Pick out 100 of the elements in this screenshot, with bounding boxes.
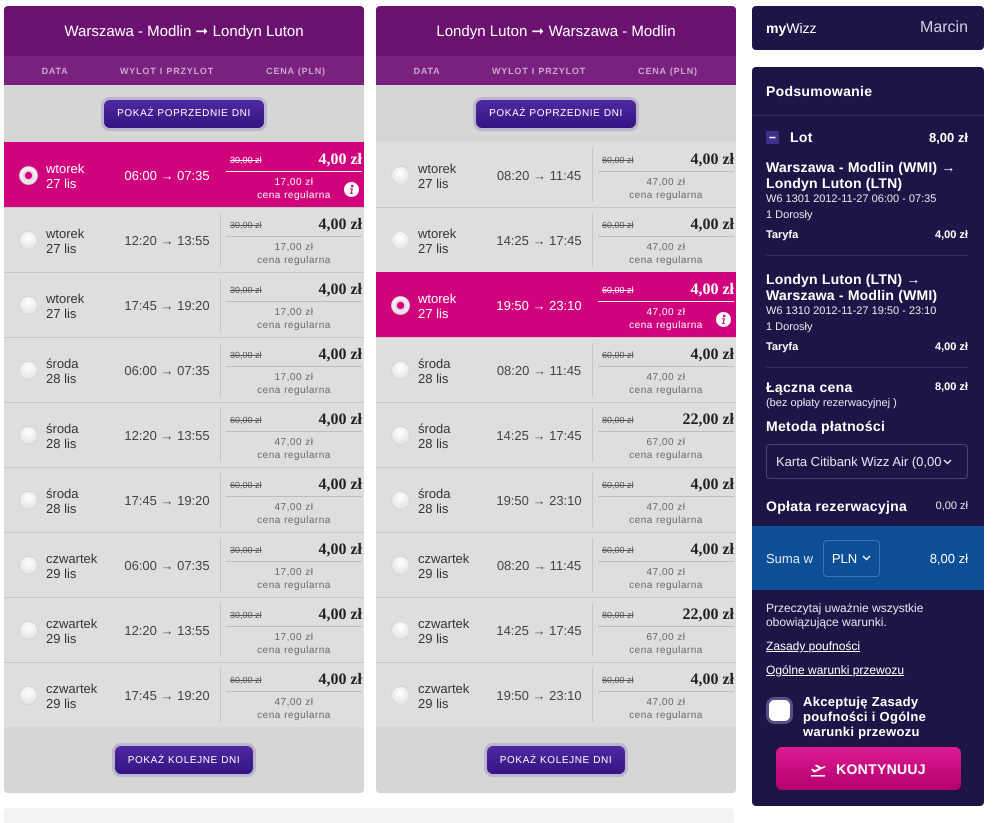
fare-label: Taryfa [766,341,798,353]
section-label: Lot [790,129,814,145]
date-text: 28 lis [46,436,78,450]
regular-price: 47,00 zł [274,436,314,449]
day-name: wtorek [418,160,456,176]
passenger-count: 1 Dorosły [766,208,814,223]
info-icon[interactable] [344,182,359,196]
user-name[interactable]: Marcin [920,19,968,37]
day-name: środa [418,420,451,436]
total-note: (bez opłaty rezerwacyjnej ) [766,396,898,411]
date-text: 28 lis [418,370,450,386]
flight-row[interactable]: wtorek 27 lis 06:00 → 07:35 30,00 zł 4,00 zł 17,00 zł cena regularna [4,142,364,207]
regular-price-label: cena regularna [629,254,703,267]
price: 4,00 zł [318,346,362,364]
regular-price: 47,00 zł [646,501,686,514]
column-header: WYLOT I PRZYLOT [491,66,587,76]
show-previous-days-button[interactable]: POKAŻ POPRZEDNIE DNI [473,96,639,130]
radio-button[interactable] [19,426,38,445]
date-text: 27 lis [46,240,78,256]
radio-button[interactable] [19,686,38,705]
old-price: 30,00 zł [230,220,262,230]
radio-button[interactable] [19,621,38,640]
radio-button[interactable] [19,491,38,510]
price: 4,00 zł [318,606,362,624]
show-next-days-button[interactable]: POKAŻ KOLEJNE DNI [484,743,628,777]
column-header: DATA [412,66,442,76]
flight-times: 12:20 → 13:55 [123,623,211,638]
day-name: czwartek [46,616,98,630]
flight-times: 17:45 → 19:20 [123,493,211,508]
regular-price: 47,00 zł [646,696,686,709]
old-price: 60,00 zł [602,154,634,164]
show-next-days-button[interactable]: POKAŻ KOLEJNE DNI [112,743,256,777]
regular-price: 47,00 zł [646,241,686,254]
day-name: środa [46,486,79,500]
flight-times: 08:20 → 11:45 [496,168,582,183]
regular-price-label: cena regularna [257,384,331,397]
column-header: CENA (PLN) [265,66,327,76]
terms-link[interactable]: Zasady poufności [766,639,860,653]
old-price: 30,00 zł [230,610,262,620]
old-price: 60,00 zł [602,480,634,490]
continue-button[interactable]: KONTYNUUJ [776,747,960,790]
regular-price-label: cena regularna [629,384,703,397]
date-text: 29 lis [46,566,78,580]
flight-times: 06:00 → 07:35 [123,558,211,573]
price: 4,00 zł [318,216,362,234]
date-text: 27 lis [46,306,78,320]
old-price: 30,00 zł [230,350,262,360]
radio-button[interactable] [19,166,38,185]
accept-label[interactable]: Akceptuję Zasady poufności i Ogólne warunki przewozu [803,694,970,739]
currency-select[interactable]: PLN [822,540,880,576]
flight-times: 19:50 → 23:10 [495,688,583,703]
date-text: 27 lis [418,176,450,190]
radio-button[interactable] [391,166,410,185]
regular-price: 47,00 zł [646,371,686,384]
radio-button[interactable] [391,426,410,445]
radio-button[interactable] [391,686,410,705]
date-text: 29 lis [418,566,450,580]
radio-button[interactable] [391,361,410,380]
radio-button[interactable] [19,296,38,315]
total-value: 8,00 zł [934,381,968,393]
day-name: środa [46,356,79,370]
terms-link[interactable]: Ogólne warunki przewozu [766,663,904,677]
collapse-icon[interactable] [766,130,779,144]
flight-times: 19:50 → 23:10 [495,298,583,313]
checkbox[interactable] [766,697,793,724]
radio-button[interactable] [19,361,38,380]
flight-times: 08:20 → 11:45 [496,558,582,573]
info-icon[interactable] [716,312,731,326]
flight-row[interactable]: wtorek 27 lis 19:50 → 23:10 60,00 zł 4,00 zł 47,00 zł cena regularna [376,272,736,337]
regular-price-label: cena regularna [629,514,703,527]
radio-button[interactable] [391,491,410,510]
day-name: środa [418,486,451,500]
summary-title: Podsumowanie [766,83,872,99]
regular-price: 67,00 zł [646,436,686,449]
day-name: środa [418,356,451,370]
column-header: CENA (PLN) [637,66,699,76]
regular-price-label: cena regularna [629,449,703,462]
radio-button[interactable] [19,556,38,575]
regular-price-label: cena regularna [629,644,703,657]
radio-button[interactable] [391,231,410,250]
brand-name[interactable]: myWizz [766,20,817,36]
date-text: 29 lis [46,630,78,646]
radio-button[interactable] [391,296,410,315]
price: 22,00 zł [682,606,734,624]
regular-price: 67,00 zł [646,631,686,644]
radio-button[interactable] [19,231,38,250]
old-price: 80,00 zł [602,610,634,620]
show-previous-days-button[interactable]: POKAŻ POPRZEDNIE DNI [101,96,267,130]
radio-button[interactable] [391,621,410,640]
date-text: 27 lis [46,176,78,190]
old-price: 60,00 zł [602,220,634,230]
price: 4,00 zł [318,540,362,558]
payment-select[interactable]: Karta Citibank Wizz Air (0,00 [766,444,968,479]
old-price: 60,00 zł [230,480,262,490]
regular-price-label: cena regularna [257,709,331,722]
regular-price: 17,00 zł [274,631,314,644]
payment-label: Metoda płatności [766,418,886,434]
old-price: 60,00 zł [602,284,634,294]
flight-times: 17:45 → 19:20 [123,688,211,703]
radio-button[interactable] [391,556,410,575]
